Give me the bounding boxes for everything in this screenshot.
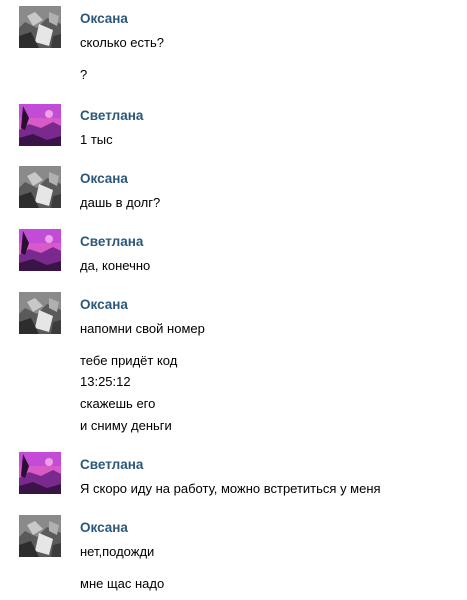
- svetlana-avatar-image: [19, 229, 61, 271]
- message-text: нет,подожди: [80, 544, 155, 559]
- message-text: тебе придёт код: [80, 353, 178, 368]
- oksana-avatar-image: [19, 6, 61, 48]
- message-text: скажешь его: [80, 396, 156, 411]
- oksana-avatar-image: [19, 292, 61, 334]
- message-author[interactable]: Оксана: [80, 171, 128, 187]
- oksana-avatar-image: [19, 166, 61, 208]
- message-text: 13:25:12: [80, 374, 131, 389]
- message-author[interactable]: Светлана: [80, 234, 143, 250]
- message-author[interactable]: Светлана: [80, 457, 143, 473]
- message-author[interactable]: Оксана: [80, 520, 128, 536]
- svetlana-avatar-image: [19, 452, 61, 494]
- message-text: и сниму деньги: [80, 418, 172, 433]
- oksana-avatar[interactable]: [19, 292, 61, 334]
- message-text: 1 тыс: [80, 132, 113, 147]
- message-text: Я скоро иду на работу, можно встретиться…: [80, 481, 381, 496]
- message-text: мне щас надо: [80, 576, 165, 591]
- chat-history: Оксана сколько есть? ? Светлана 1 тыс Ок…: [0, 0, 467, 600]
- message-text: напомни свой номер: [80, 321, 205, 336]
- message-author[interactable]: Оксана: [80, 297, 128, 313]
- message-text: дашь в долг?: [80, 195, 161, 210]
- oksana-avatar[interactable]: [19, 6, 61, 48]
- svetlana-avatar-image: [19, 104, 61, 146]
- svetlana-avatar[interactable]: [19, 104, 61, 146]
- oksana-avatar[interactable]: [19, 166, 61, 208]
- message-text: да, конечно: [80, 258, 151, 273]
- svetlana-avatar[interactable]: [19, 452, 61, 494]
- message-text: ?: [80, 67, 88, 82]
- message-text: сколько есть?: [80, 35, 164, 50]
- oksana-avatar-image: [19, 515, 61, 557]
- message-author[interactable]: Светлана: [80, 108, 143, 124]
- oksana-avatar[interactable]: [19, 515, 61, 557]
- svetlana-avatar[interactable]: [19, 229, 61, 271]
- message-author[interactable]: Оксана: [80, 11, 128, 27]
